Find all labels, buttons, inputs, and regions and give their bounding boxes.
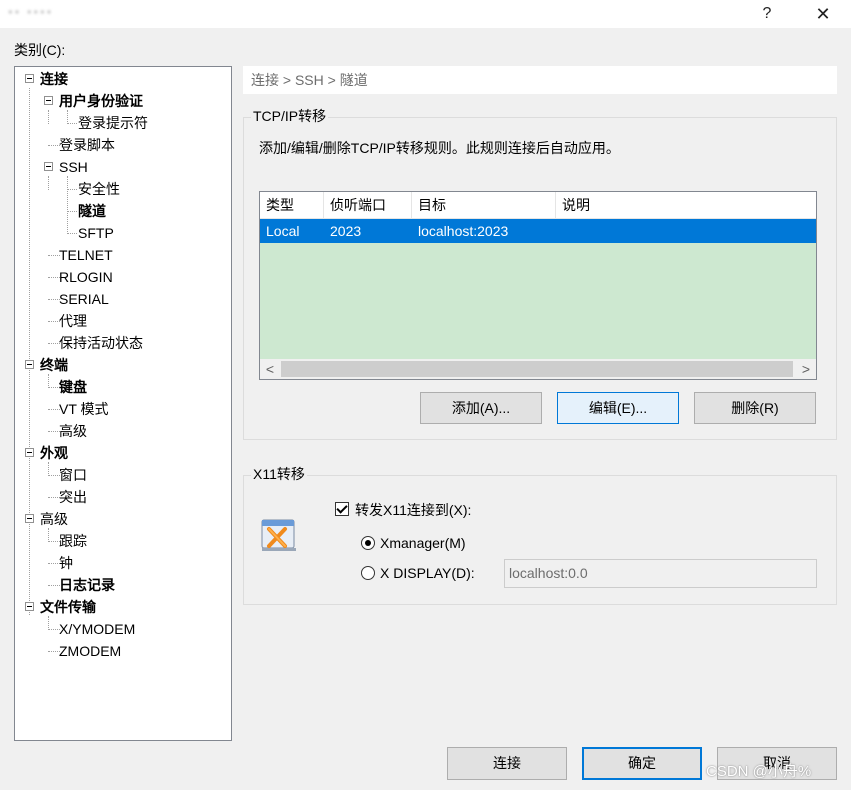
- forward-x11-checkbox[interactable]: [335, 502, 349, 516]
- tree-item-telnet[interactable]: TELNET: [59, 244, 113, 266]
- list-header: 类型 侦听端口 目标 说明: [260, 192, 816, 219]
- tree-item-terminal-advanced[interactable]: 高级: [59, 420, 87, 442]
- tree-item-login-prompts[interactable]: 登录提示符: [78, 112, 148, 134]
- tree-item-tunneling[interactable]: 隧道: [78, 200, 106, 222]
- xdisplay-radio[interactable]: [361, 566, 375, 580]
- breadcrumb: 连接 > SSH > 隧道: [243, 66, 837, 94]
- tree-item-keep-alive[interactable]: 保持活动状态: [59, 332, 143, 354]
- tree-item-connection[interactable]: 连接: [40, 68, 68, 90]
- collapse-icon[interactable]: [25, 514, 34, 523]
- tree-item-keyboard[interactable]: 键盘: [59, 376, 87, 398]
- tree-item-rlogin[interactable]: RLOGIN: [59, 266, 113, 288]
- horizontal-scrollbar[interactable]: < >: [260, 359, 816, 379]
- tree-item-bell[interactable]: 钟: [59, 552, 73, 574]
- tree-item-appearance[interactable]: 外观: [40, 442, 68, 464]
- tree-item-advanced[interactable]: 高级: [40, 508, 68, 530]
- scroll-right-icon[interactable]: >: [796, 359, 816, 379]
- xmanager-label[interactable]: Xmanager(M): [380, 534, 466, 552]
- row-type: Local: [266, 223, 300, 239]
- tree-item-login-scripts[interactable]: 登录脚本: [59, 134, 115, 156]
- tree-item-ssh[interactable]: SSH: [59, 156, 88, 178]
- tree-item-highlight[interactable]: 突出: [59, 486, 87, 508]
- collapse-icon[interactable]: [44, 162, 53, 171]
- tree-item-logging[interactable]: 日志记录: [59, 574, 115, 596]
- xmanager-radio[interactable]: [361, 536, 375, 550]
- edit-button[interactable]: 编辑(E)...: [557, 392, 679, 424]
- scroll-left-icon[interactable]: <: [260, 359, 280, 379]
- tcpip-description: 添加/编辑/删除TCP/IP转移规则。此规则连接后自动应用。: [259, 140, 620, 156]
- collapse-icon[interactable]: [25, 448, 34, 457]
- tree-item-xymodem[interactable]: X/YMODEM: [59, 618, 135, 640]
- tree-item-terminal[interactable]: 终端: [40, 354, 68, 376]
- xdisplay-input[interactable]: localhost:0.0: [504, 559, 817, 588]
- tree-item-zmodem[interactable]: ZMODEM: [59, 640, 121, 662]
- column-header-listen-port[interactable]: 侦听端口: [324, 192, 412, 219]
- list-body[interactable]: Local 2023 localhost:2023: [260, 219, 816, 359]
- tree-item-security[interactable]: 安全性: [78, 178, 120, 200]
- scroll-thumb[interactable]: [281, 361, 793, 377]
- collapse-icon[interactable]: [25, 360, 34, 369]
- tree-item-sftp[interactable]: SFTP: [78, 222, 114, 244]
- category-tree[interactable]: 连接 用户身份验证 登录提示符 登录脚本 SSH 安全性 隧道 SFTP TEL…: [14, 66, 232, 741]
- xdisplay-label[interactable]: X DISPLAY(D):: [380, 564, 475, 582]
- table-row[interactable]: Local 2023 localhost:2023: [260, 219, 816, 243]
- connect-button[interactable]: 连接: [447, 747, 567, 780]
- tree-item-file-transfer[interactable]: 文件传输: [40, 596, 96, 618]
- tree-item-trace[interactable]: 跟踪: [59, 530, 87, 552]
- row-destination: localhost:2023: [418, 223, 509, 239]
- xmanager-icon: [261, 519, 296, 551]
- forwarding-rules-list[interactable]: 类型 侦听端口 目标 说明 Local 2023 localhost:2023 …: [259, 191, 817, 380]
- collapse-icon[interactable]: [44, 96, 53, 105]
- watermark: CSDN @小舟%: [706, 763, 812, 780]
- ok-button[interactable]: 确定: [582, 747, 702, 780]
- close-button[interactable]: ✕: [800, 0, 846, 28]
- window-title: ▪▪ ▪▪▪▪: [8, 4, 54, 19]
- help-button[interactable]: ?: [744, 0, 790, 28]
- column-header-destination[interactable]: 目标: [412, 192, 556, 219]
- column-header-description[interactable]: 说明: [556, 192, 816, 219]
- row-listen-port: 2023: [330, 223, 362, 239]
- title-bar: ▪▪ ▪▪▪▪ ? ✕: [0, 0, 851, 28]
- tree-item-user-auth[interactable]: 用户身份验证: [59, 90, 143, 112]
- category-label: 类别(C):: [14, 42, 66, 58]
- tree-item-proxy[interactable]: 代理: [59, 310, 87, 332]
- forward-x11-label[interactable]: 转发X11连接到(X):: [355, 501, 471, 519]
- collapse-icon[interactable]: [25, 602, 34, 611]
- tree-item-vt-modes[interactable]: VT 模式: [59, 398, 109, 420]
- row-description: [556, 219, 562, 243]
- column-header-type[interactable]: 类型: [260, 192, 324, 219]
- tcpip-group-title: TCP/IP转移: [251, 108, 329, 124]
- x11-group-title: X11转移: [251, 466, 307, 482]
- tree-item-serial[interactable]: SERIAL: [59, 288, 109, 310]
- tree-item-window[interactable]: 窗口: [59, 464, 87, 486]
- delete-button[interactable]: 删除(R): [694, 392, 816, 424]
- add-button[interactable]: 添加(A)...: [420, 392, 542, 424]
- collapse-icon[interactable]: [25, 74, 34, 83]
